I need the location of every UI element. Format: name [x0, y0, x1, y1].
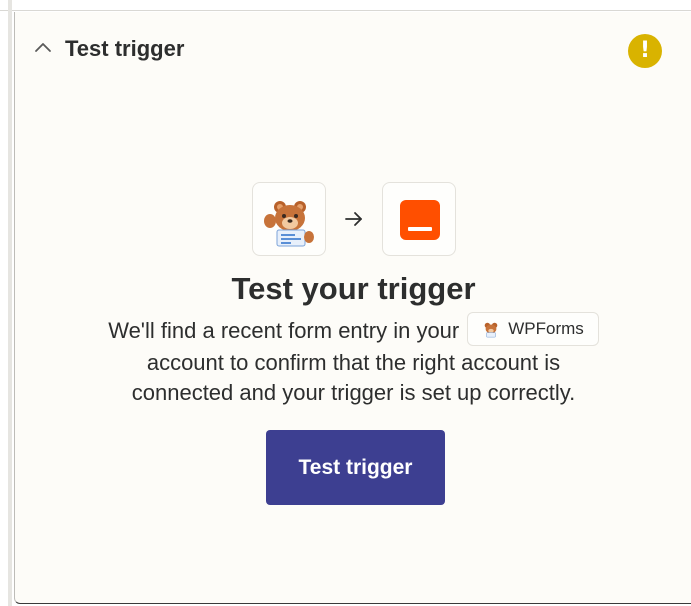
warning-icon: ! — [628, 34, 662, 68]
section-header[interactable]: Test trigger ! — [15, 34, 691, 68]
source-app-tile — [252, 182, 326, 256]
test-trigger-panel: Test trigger ! Test your trigger We'll f… — [14, 12, 691, 604]
description-text-1: We'll find a recent form entry in your — [108, 318, 460, 343]
warning-glyph: ! — [639, 38, 651, 63]
chevron-up-icon[interactable] — [33, 38, 53, 58]
zapier-orange-icon — [400, 200, 440, 240]
wpforms-chip-icon — [484, 322, 498, 338]
section-title: Test trigger — [65, 36, 185, 61]
description-line-3: connected and your trigger is set up cor… — [131, 380, 576, 405]
test-trigger-button[interactable]: Test trigger — [266, 430, 445, 505]
wpforms-bear-icon — [264, 201, 314, 247]
zapier-icon-bar — [408, 227, 432, 231]
left-edge — [8, 0, 12, 606]
main-title: Test your trigger — [231, 271, 476, 306]
description-line-1: We'll find a recent form entry in your W… — [15, 312, 691, 346]
app-chip: WPForms — [467, 312, 599, 346]
top-divider — [0, 10, 691, 11]
arrow-right-icon — [345, 212, 362, 226]
description-line-2: account to confirm that the right accoun… — [146, 350, 561, 375]
destination-app-tile — [382, 182, 456, 256]
app-chip-label: WPForms — [508, 319, 584, 338]
